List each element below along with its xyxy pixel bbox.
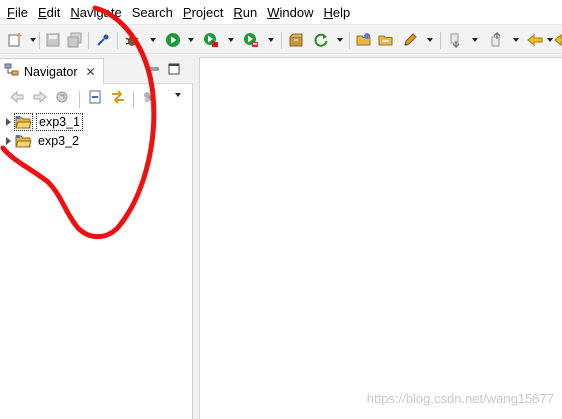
watermark: https://blog.csdn.net/wang15877 bbox=[366, 391, 554, 406]
navigator-tab-label: Navigator bbox=[24, 64, 78, 79]
go-up-icon[interactable] bbox=[53, 88, 71, 106]
toolbar-separator bbox=[39, 32, 40, 49]
tree-item-label: exp3_2 bbox=[38, 133, 80, 148]
editor-area[interactable] bbox=[199, 57, 562, 419]
tree-item-label: exp3_1 bbox=[36, 112, 84, 131]
menu-help-mnemonic: H bbox=[323, 5, 333, 20]
menu-run-mnemonic: R bbox=[233, 5, 243, 20]
menu-project-label: roject bbox=[191, 5, 224, 20]
menu-search-label: Search bbox=[131, 5, 173, 20]
new-package-icon[interactable] bbox=[287, 31, 305, 49]
refresh-icon[interactable] bbox=[312, 31, 330, 49]
menu-run[interactable]: Run bbox=[228, 0, 262, 23]
menu-help-label: elp bbox=[332, 5, 351, 20]
toolbar-separator bbox=[79, 91, 80, 108]
run-icon[interactable] bbox=[164, 31, 182, 49]
run-coverage-icon[interactable] bbox=[202, 31, 220, 49]
refresh-dropdown-icon[interactable] bbox=[337, 38, 343, 42]
save-all-icon[interactable] bbox=[66, 31, 84, 49]
menu-project-mnemonic: P bbox=[182, 5, 192, 20]
working-sets-icon[interactable] bbox=[140, 88, 158, 106]
menu-edit-mnemonic: E bbox=[37, 5, 47, 20]
open-folder-icon[interactable] bbox=[355, 31, 373, 49]
navigator-tab-row: Navigator ✕ bbox=[0, 57, 193, 84]
menu-help[interactable]: Help bbox=[318, 0, 355, 23]
main-toolbar bbox=[0, 24, 562, 54]
toolbar-separator bbox=[349, 32, 350, 49]
external-tools-icon[interactable] bbox=[242, 31, 260, 49]
menu-file-label: ile bbox=[14, 5, 28, 20]
tree-item-exp3-2[interactable]: exp3_2 bbox=[6, 131, 81, 150]
menu-edit[interactable]: Edit bbox=[33, 0, 65, 23]
menu-navigate-label: avigate bbox=[79, 5, 122, 20]
menu-window[interactable]: Window bbox=[262, 0, 318, 23]
navigator-icon bbox=[4, 63, 20, 80]
menu-file[interactable]: File bbox=[2, 0, 33, 23]
pen-icon[interactable] bbox=[401, 31, 419, 49]
expand-icon[interactable] bbox=[6, 136, 11, 145]
view-menu-icon[interactable] bbox=[175, 93, 181, 97]
coverage-dropdown-icon[interactable] bbox=[228, 38, 234, 42]
new-dropdown-icon[interactable] bbox=[30, 38, 36, 42]
menu-navigate[interactable]: Navigate bbox=[65, 0, 126, 23]
toolbar-separator bbox=[133, 91, 134, 108]
pen-dropdown-icon[interactable] bbox=[427, 38, 433, 42]
menu-edit-label: dit bbox=[46, 5, 61, 20]
minimize-icon[interactable] bbox=[147, 63, 159, 75]
external-tools-dropdown-icon[interactable] bbox=[268, 38, 274, 42]
project-folder-icon bbox=[14, 112, 33, 131]
collapse-all-icon[interactable] bbox=[86, 88, 104, 106]
toolbar-separator bbox=[117, 32, 118, 49]
toolbar-separator bbox=[281, 32, 282, 49]
menu-bar: File Edit Navigate Search Project Run Wi… bbox=[0, 0, 562, 23]
project-folder-icon bbox=[15, 133, 32, 149]
prev-annotation-icon[interactable] bbox=[488, 31, 506, 49]
run-dropdown-icon[interactable] bbox=[188, 38, 194, 42]
menu-navigate-mnemonic: N bbox=[70, 5, 80, 20]
debug-icon[interactable] bbox=[123, 31, 141, 49]
link-with-editor-icon[interactable] bbox=[109, 88, 127, 106]
next-annotation-icon[interactable] bbox=[447, 31, 465, 49]
menu-project[interactable]: Project bbox=[178, 0, 228, 23]
menu-run-label: un bbox=[242, 5, 258, 20]
navigator-toolbar bbox=[0, 85, 193, 109]
forward-icon[interactable] bbox=[553, 31, 562, 49]
toolbar-separator bbox=[88, 32, 89, 49]
tree-item-exp3-1[interactable]: exp3_1 bbox=[6, 112, 84, 131]
menu-window-label: indow bbox=[279, 5, 314, 20]
next-annotation-dropdown-icon[interactable] bbox=[472, 38, 478, 42]
menu-window-mnemonic: W bbox=[267, 5, 280, 20]
back-icon[interactable] bbox=[8, 88, 26, 106]
open-type-icon[interactable] bbox=[377, 31, 395, 49]
new-icon[interactable] bbox=[6, 31, 24, 49]
forward-icon[interactable] bbox=[31, 88, 49, 106]
menu-search[interactable]: Search bbox=[127, 0, 178, 23]
debug-dropdown-icon[interactable] bbox=[150, 38, 156, 42]
pin-icon[interactable] bbox=[94, 31, 112, 49]
maximize-icon[interactable] bbox=[168, 63, 180, 75]
prev-annotation-dropdown-icon[interactable] bbox=[513, 38, 519, 42]
tab-navigator[interactable]: Navigator ✕ bbox=[0, 58, 104, 84]
navigator-view: Navigator ✕ exp3_1 exp3_2 bbox=[0, 57, 193, 419]
expand-icon[interactable] bbox=[6, 117, 11, 126]
save-icon[interactable] bbox=[44, 31, 62, 49]
toolbar-separator bbox=[440, 32, 441, 49]
menu-file-mnemonic: F bbox=[7, 5, 15, 20]
eclipse-window: File Edit Navigate Search Project Run Wi… bbox=[0, 0, 562, 419]
close-icon[interactable]: ✕ bbox=[86, 65, 96, 79]
back-icon[interactable] bbox=[526, 31, 544, 49]
